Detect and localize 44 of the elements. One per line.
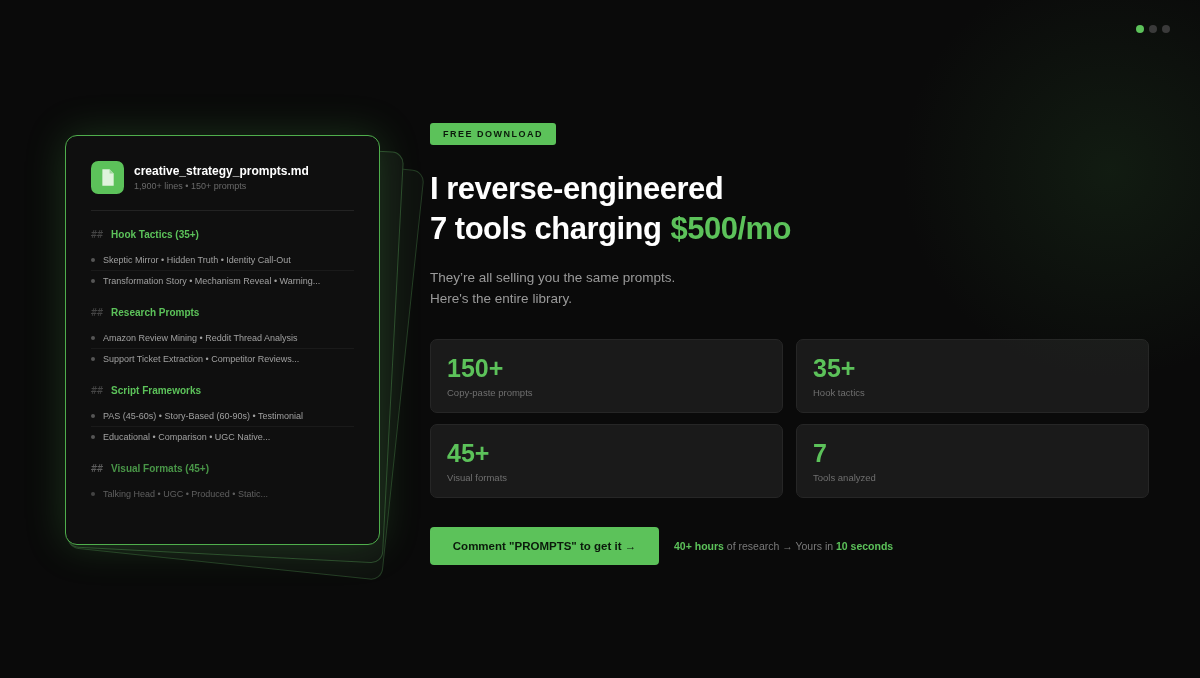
heading-marker: ## bbox=[91, 463, 104, 474]
stat-label: Hook tactics bbox=[813, 387, 866, 398]
cta-note: 40+ hours of research → Yours in 10 seconds bbox=[674, 540, 894, 552]
badge: FREE DOWNLOAD bbox=[430, 123, 556, 145]
stat-value: 35+ bbox=[813, 354, 857, 383]
section-title: Script Frameworks bbox=[111, 385, 202, 396]
stat-label: Visual formats bbox=[447, 472, 508, 483]
page-dot[interactable] bbox=[1149, 25, 1157, 33]
bullet-icon bbox=[91, 492, 95, 496]
section-title: Research Prompts bbox=[111, 307, 200, 318]
heading-marker: ## bbox=[91, 307, 104, 318]
bullet-icon bbox=[91, 435, 95, 439]
file-icon bbox=[91, 161, 124, 194]
bullet-icon bbox=[91, 357, 95, 361]
prompt-list-item: PAS (45-60s) • Story-Based (60-90s) • Testimonial bbox=[103, 411, 304, 421]
file-meta: 1,900+ lines • 150+ prompts bbox=[134, 181, 248, 191]
prompt-list-item: Support Ticket Extraction • Competitor Reviews... bbox=[103, 354, 300, 364]
bullet-icon bbox=[91, 336, 95, 340]
headline: I reverse-engineered bbox=[430, 170, 725, 208]
prompt-list-item: Transformation Story • Mechanism Reveal • Warning... bbox=[103, 276, 321, 286]
headline: 7 tools charging bbox=[430, 210, 662, 248]
page-dot[interactable] bbox=[1136, 25, 1144, 33]
stat-value: 45+ bbox=[447, 439, 491, 468]
section-title: Visual Formats (45+) bbox=[111, 463, 209, 474]
stat-value: 7 bbox=[813, 439, 828, 468]
page-dot[interactable] bbox=[1162, 25, 1170, 33]
comment-button[interactable]: Comment "PROMPTS" to get it → bbox=[430, 527, 659, 565]
stat-value: 150+ bbox=[447, 354, 505, 383]
file-name: creative_strategy_prompts.md bbox=[134, 164, 309, 178]
stat-label: Copy-paste prompts bbox=[447, 387, 534, 398]
bullet-icon bbox=[91, 414, 95, 418]
heading-marker: ## bbox=[91, 385, 104, 396]
heading-marker: ## bbox=[91, 229, 104, 240]
prompt-list-item: Skeptic Mirror • Hidden Truth • Identity Call-Out bbox=[103, 255, 291, 265]
subtitle: They’re all selling you the same prompts. bbox=[430, 269, 677, 287]
stat-label: Tools analyzed bbox=[813, 472, 877, 483]
prompt-list-item: Amazon Review Mining • Reddit Thread Analysis bbox=[103, 333, 298, 343]
headline-price: $500/mo bbox=[670, 210, 791, 248]
prompt-list-item: Educational • Comparison • UGC Native... bbox=[103, 432, 271, 442]
bullet-icon bbox=[91, 258, 95, 262]
subtitle: Here's the entire library. bbox=[430, 290, 573, 308]
prompt-list-item: Talking Head • UGC • Produced • Static... bbox=[103, 489, 269, 499]
bullet-icon bbox=[91, 279, 95, 283]
section-title: Hook Tactics (35+) bbox=[111, 229, 199, 240]
